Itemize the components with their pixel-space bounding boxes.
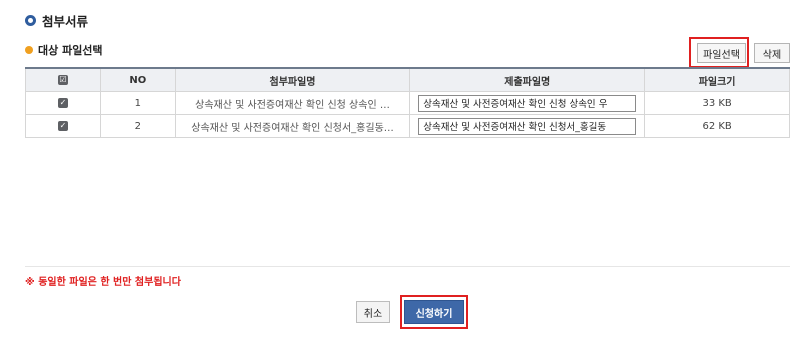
- submit-file-name-input[interactable]: [418, 117, 637, 135]
- table-row: ✓ 2 상속재산 및 사전증여재산 확인 신청서_홍길동… 62 KB: [25, 114, 790, 138]
- cancel-button[interactable]: 취소: [356, 301, 390, 323]
- delete-file-button[interactable]: 삭제: [754, 43, 790, 63]
- file-size: 33 KB: [644, 91, 790, 115]
- section-header: 첨부서류: [25, 11, 88, 30]
- section-title: 첨부서류: [42, 14, 89, 29]
- row-number: 1: [99, 91, 176, 115]
- table-row: ✓ 1 상속재산 및 사전증여재산 확인 신청 상속인 … 33 KB: [25, 91, 790, 115]
- submit-name-cell: [409, 114, 646, 138]
- file-select-header: 대상 파일선택: [25, 42, 103, 58]
- attach-file-name: 상속재산 및 사전증여재산 확인 신청서_홍길동…: [174, 114, 411, 138]
- header-file-size: 파일크기: [644, 67, 790, 92]
- attach-file-name: 상속재산 및 사전증여재산 확인 신청 상속인 …: [174, 91, 411, 115]
- select-file-button[interactable]: 파일선택: [697, 43, 746, 63]
- attachment-table: ☑ NO 첨부파일명 제출파일명 파일크기 ✓ 1 상속재산 및 사전증여재산 …: [25, 67, 790, 138]
- header-no: NO: [99, 67, 176, 92]
- row-checkbox-cell[interactable]: ✓: [25, 114, 101, 138]
- file-select-label: 대상 파일선택: [38, 44, 103, 57]
- apply-button[interactable]: 신청하기: [404, 300, 464, 324]
- header-attach-name: 첨부파일명: [174, 67, 411, 92]
- duplicate-file-notice: ※ 동일한 파일은 한 번만 첨부됩니다: [25, 277, 181, 288]
- file-size: 62 KB: [644, 114, 790, 138]
- circle-bullet-icon: [25, 15, 36, 26]
- table-header-row: ☑ NO 첨부파일명 제출파일명 파일크기: [25, 67, 790, 92]
- dot-bullet-icon: [25, 46, 33, 54]
- submit-name-cell: [409, 91, 646, 115]
- divider: [25, 266, 790, 267]
- row-checkbox-cell[interactable]: ✓: [25, 91, 101, 115]
- header-checkbox-cell[interactable]: ☑: [25, 67, 101, 92]
- checkbox-icon[interactable]: ✓: [57, 97, 68, 108]
- checkbox-icon[interactable]: ☑: [57, 74, 68, 85]
- submit-file-name-input[interactable]: [418, 94, 637, 112]
- header-submit-name: 제출파일명: [409, 67, 646, 92]
- checkbox-icon[interactable]: ✓: [57, 120, 68, 131]
- row-number: 2: [99, 114, 176, 138]
